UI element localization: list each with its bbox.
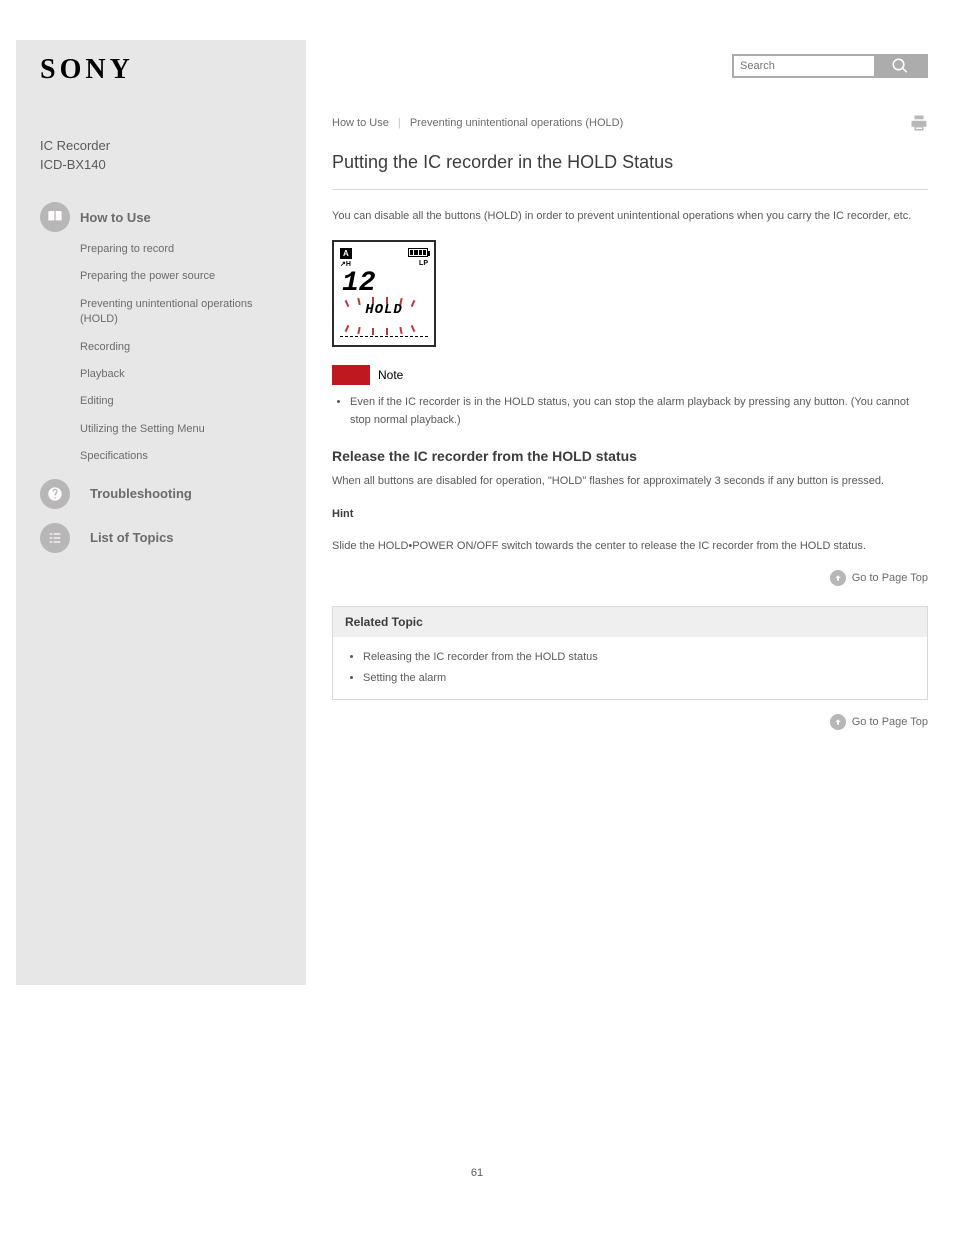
lcd-icon-a: A [340,248,352,259]
sidebar-link-editing[interactable]: Editing [80,394,288,409]
main-content: How to Use | Preventing unintentional op… [306,40,954,985]
release-text-1: When all buttons are disabled for operat… [332,472,928,491]
hint-label: Hint [332,508,353,520]
title-rule [332,189,928,190]
goto-top-label: Go to Page Top [852,572,928,584]
sidebar-troubleshooting[interactable]: Troubleshooting [40,479,288,509]
intro-text: You can disable all the buttons (HOLD) i… [332,208,928,226]
print-button[interactable] [910,114,928,132]
sidebar-link-specifications[interactable]: Specifications [80,449,288,464]
release-heading: Release the IC recorder from the HOLD st… [332,448,928,464]
device-lcd-figure: A ↗H LP 12 [332,240,436,347]
sidebar-link-preventing-hold[interactable]: Preventing unintentional operations (HOL… [80,297,288,328]
breadcrumb: How to Use | Preventing unintentional op… [332,117,623,129]
sidebar: SONY IC Recorder ICD-BX140 How to Use Pr… [16,40,306,985]
note-list: Even if the IC recorder is in the HOLD s… [332,393,928,430]
goto-top-label: Go to Page Top [852,716,928,728]
sidebar-link-setting-menu[interactable]: Utilizing the Setting Menu [80,422,288,437]
list-icon [40,523,70,553]
battery-icon [408,248,428,257]
sidebar-list-topics-label: List of Topics [90,530,174,545]
page-number: 61 [0,1167,954,1179]
question-icon [40,479,70,509]
lcd-mic-indicator: ↗H [340,260,351,268]
note-item: Even if the IC recorder is in the HOLD s… [350,393,928,430]
sidebar-list-topics[interactable]: List of Topics [40,523,288,553]
brand-logo: SONY [40,54,288,86]
book-icon [40,202,70,232]
related-link-setting-alarm[interactable]: Setting the alarm [363,668,915,689]
search-button[interactable] [874,56,926,76]
breadcrumb-divider: | [398,117,401,129]
page-title: Putting the IC recorder in the HOLD Stat… [332,152,928,173]
search-box [732,54,928,78]
search-icon [891,57,909,75]
sidebar-link-playback[interactable]: Playback [80,367,288,382]
related-topic-box: Related Topic Releasing the IC recorder … [332,606,928,700]
lcd-lp-indicator: LP [419,260,428,268]
sidebar-troubleshooting-label: Troubleshooting [90,486,192,501]
related-link-release-hold[interactable]: Releasing the IC recorder from the HOLD … [363,647,915,668]
lcd-track-number: 12 [342,270,428,298]
note-icon [332,365,370,385]
sidebar-link-preparing-power[interactable]: Preparing the power source [80,269,288,284]
breadcrumb-howto[interactable]: How to Use [332,117,389,129]
goto-top-link-1[interactable]: Go to Page Top [332,570,928,586]
breadcrumb-current[interactable]: Preventing unintentional operations (HOL… [410,117,623,129]
arrow-up-icon [830,570,846,586]
lcd-hold-text: HOLD [365,302,403,318]
search-input[interactable] [734,56,874,76]
goto-top-link-2[interactable]: Go to Page Top [332,714,928,730]
note-label: Note [378,368,403,382]
release-text-2: Slide the HOLD•POWER ON/OFF switch towar… [332,537,928,556]
product-model: ICD-BX140 [40,157,288,172]
related-heading: Related Topic [333,607,927,637]
arrow-up-icon [830,714,846,730]
sidebar-link-recording[interactable]: Recording [80,340,288,355]
sidebar-howto-label: How to Use [80,210,151,225]
sidebar-link-preparing-record[interactable]: Preparing to record [80,242,288,257]
print-icon [910,114,928,132]
product-title: IC Recorder [40,138,288,153]
sidebar-howto-heading[interactable]: How to Use [40,202,288,232]
